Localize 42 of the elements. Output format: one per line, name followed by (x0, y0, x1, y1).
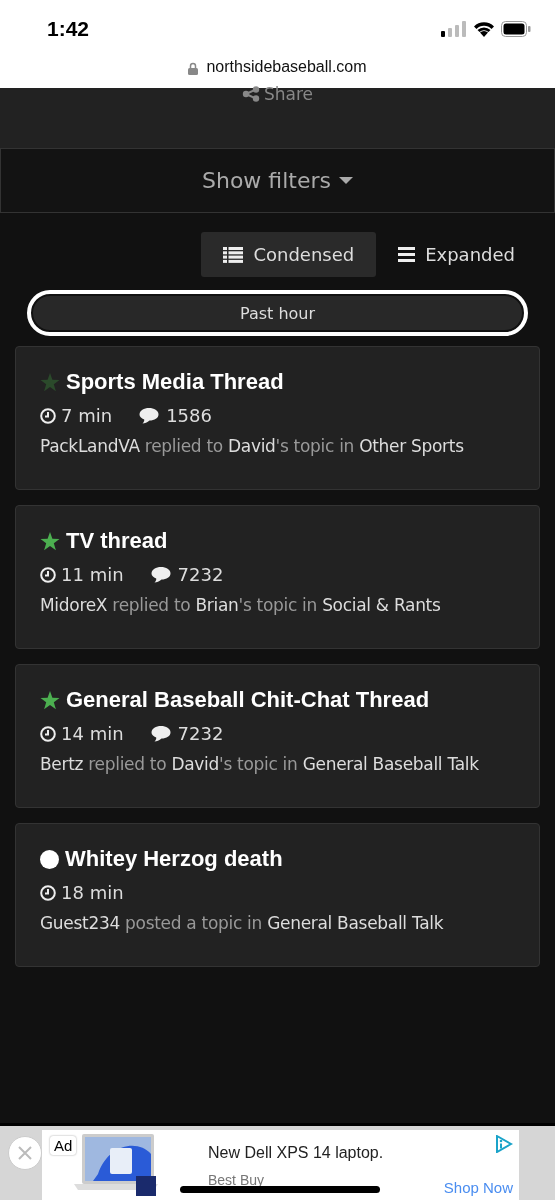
status-time: 1:42 (47, 17, 90, 41)
close-button[interactable] (8, 1136, 42, 1170)
topic-title-link[interactable]: General Baseball Chit-Chat Thread (66, 687, 430, 713)
reply-count: 1586 (166, 405, 212, 426)
url-text[interactable]: northsidebaseball.com (206, 58, 367, 76)
topic-time: 18 min (61, 882, 124, 903)
topic-time: 7 min (61, 405, 113, 426)
menu-icon (398, 247, 416, 262)
battery-icon (501, 21, 531, 37)
topic-title-link[interactable]: Whitey Herzog death (65, 846, 283, 872)
reply-count: 7232 (177, 723, 224, 744)
clock-icon (40, 725, 56, 742)
activity-text: Bertz replied to David's topic in General Baseball Talk (40, 754, 480, 774)
topic-title-link[interactable]: Sports Media Thread (66, 369, 284, 395)
view-tab[interactable]: Condensed (201, 232, 377, 277)
activity-text: PackLandVA replied to David's topic in Other Sports (40, 436, 465, 456)
reply-count: 7232 (177, 564, 224, 585)
comment-icon (150, 725, 171, 742)
close-icon (18, 1146, 32, 1160)
ad-headline: New Dell XPS 14 laptop. (208, 1144, 385, 1162)
list-icon (223, 246, 244, 263)
view-tab[interactable]: Expanded (376, 232, 537, 277)
activity-text: Guest234 posted a topic in General Baseball Talk (40, 913, 445, 933)
clock-icon (40, 566, 56, 583)
share-link[interactable]: Share (241, 84, 314, 104)
topic-time: 14 min (61, 723, 124, 744)
signal-icon (441, 21, 467, 37)
clock-icon (40, 884, 56, 901)
clock-icon (40, 407, 56, 424)
comment-icon (150, 566, 171, 583)
caret-icon (339, 176, 353, 185)
activity-text: MidoreX replied to Brian's topic in Social & Rants (40, 595, 442, 615)
topic-title-link[interactable]: TV thread (66, 528, 168, 554)
time-filter-button[interactable]: Past hour (27, 290, 528, 336)
topic-time: 11 min (61, 564, 124, 585)
share-icon (241, 86, 260, 102)
wifi-icon (473, 21, 495, 37)
lock-icon (188, 62, 199, 75)
show-filters-button[interactable]: Show filters (196, 167, 359, 194)
adchoices-icon (495, 1135, 513, 1153)
ad-badge: Ad (50, 1136, 77, 1155)
comment-icon (139, 407, 160, 424)
